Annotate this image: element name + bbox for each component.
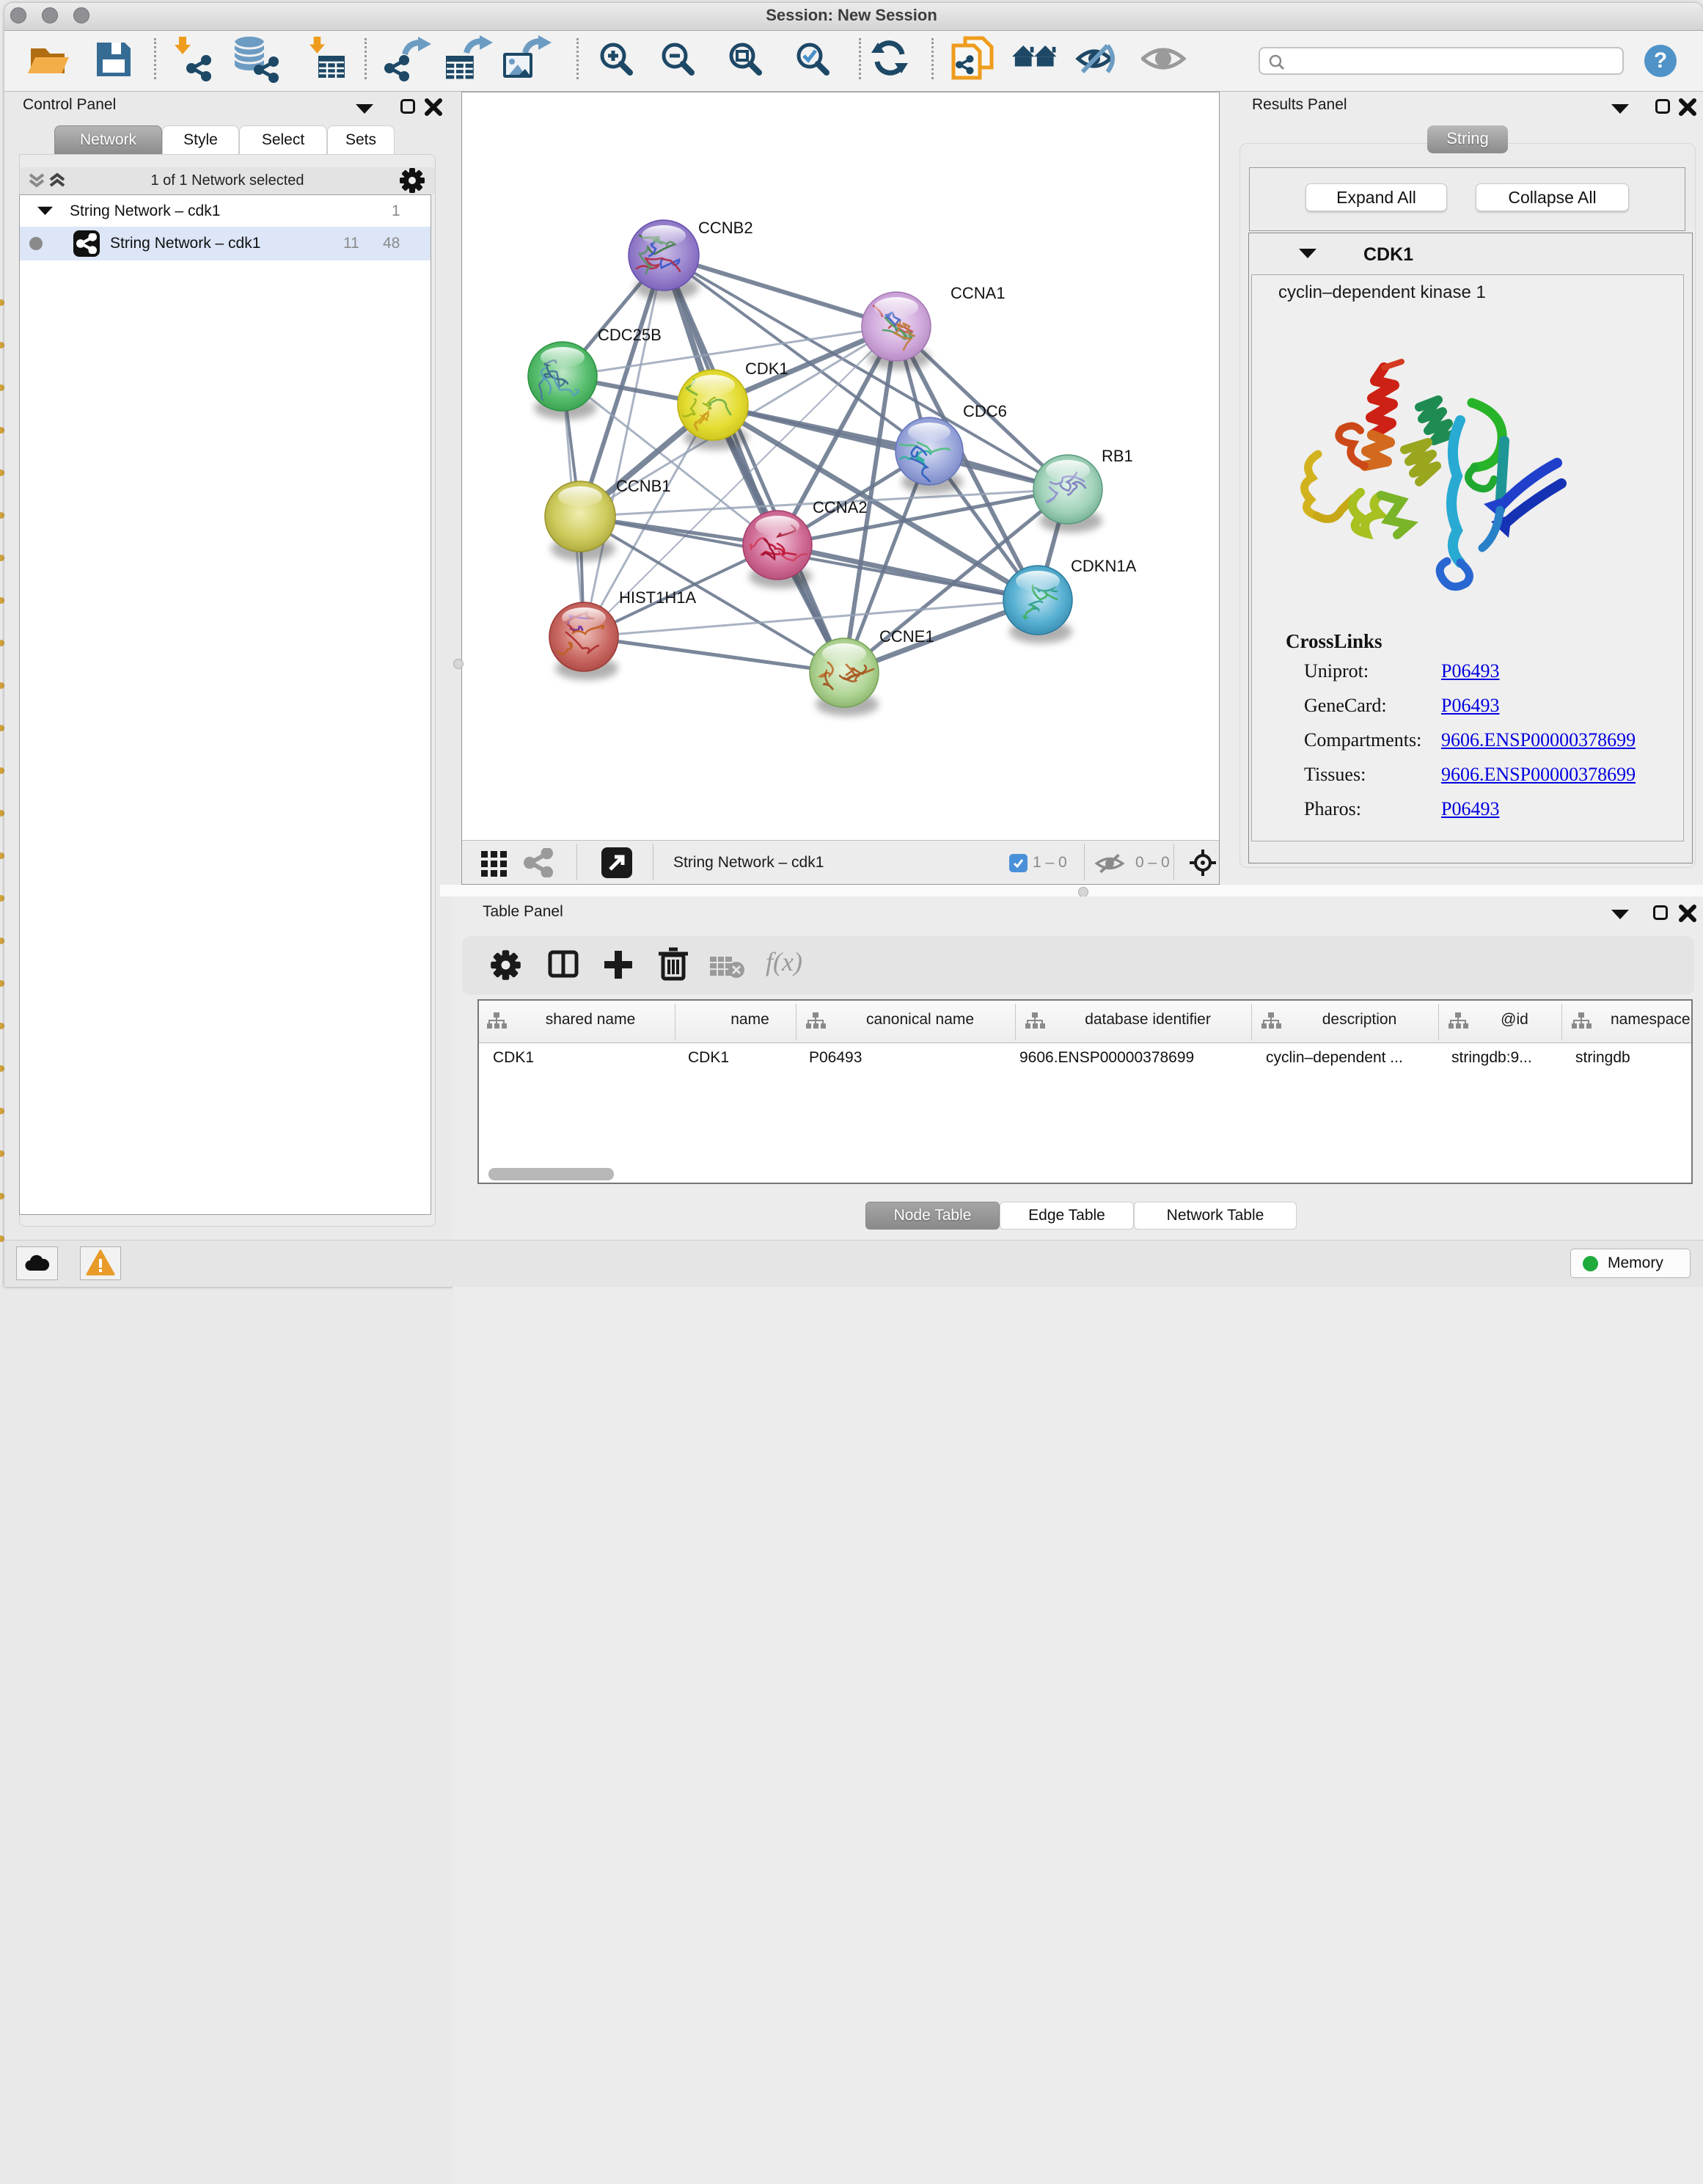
svg-text:CCNA2: CCNA2	[813, 498, 868, 516]
svg-text:CCNB1: CCNB1	[616, 477, 671, 495]
svg-text:CCNB2: CCNB2	[698, 219, 753, 237]
svg-text:CDK1: CDK1	[745, 359, 788, 378]
svg-text:CDC6: CDC6	[963, 402, 1007, 420]
svg-text:RB1: RB1	[1102, 447, 1133, 465]
svg-text:CCNA1: CCNA1	[951, 284, 1006, 302]
svg-text:CCNE1: CCNE1	[879, 627, 934, 646]
svg-text:HIST1H1A: HIST1H1A	[619, 588, 696, 607]
svg-text:CDC25B: CDC25B	[598, 326, 662, 344]
svg-text:CDKN1A: CDKN1A	[1071, 557, 1137, 575]
